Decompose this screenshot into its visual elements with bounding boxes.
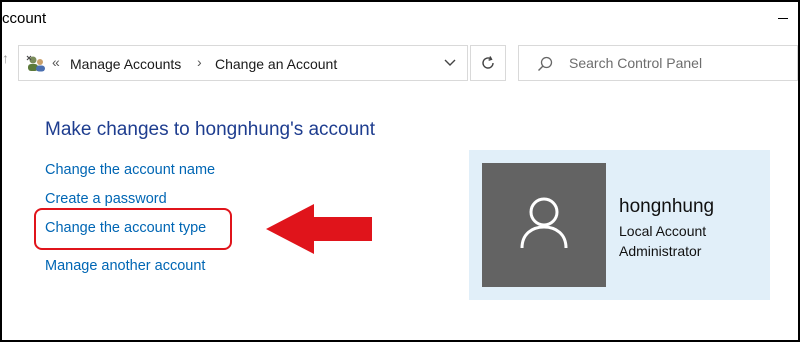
title-bar: ccount [2,2,798,36]
page-title: Make changes to hongnhung's account [45,119,376,140]
manage-another-account-link[interactable]: Manage another account [45,258,205,274]
account-kind: Local Account [619,223,707,239]
search-box[interactable] [518,45,798,81]
user-card: hongnhung Local Account Administrator [469,150,770,300]
minimize-button[interactable] [774,2,798,32]
user-silhouette-icon [520,197,568,249]
search-icon [538,56,553,71]
user-name: hongnhung [619,196,715,217]
minimize-icon [778,18,788,19]
chevron-down-icon[interactable] [443,55,457,69]
avatar [482,163,606,287]
address-bar[interactable]: « Manage Accounts › Change an Account [18,45,468,81]
account-role: Administrator [619,243,702,259]
up-arrow-icon[interactable]: ↑ [2,50,9,66]
breadcrumb-manage-accounts[interactable]: Manage Accounts [70,56,181,72]
annotation-arrow-icon [266,204,372,254]
window-title: ccount [2,10,47,27]
refresh-icon [482,56,494,69]
change-account-name-link[interactable]: Change the account name [45,162,215,178]
search-input[interactable] [569,53,789,73]
window: ccount ↑ « Manage Accounts › Change an A… [2,2,798,340]
breadcrumb-overflow[interactable]: « [52,54,60,70]
create-password-link[interactable]: Create a password [45,191,167,207]
breadcrumb-separator: › [197,54,202,70]
annotation-highlight-box [34,208,232,250]
users-icon [26,55,45,72]
refresh-button[interactable] [470,45,506,81]
breadcrumb-change-account[interactable]: Change an Account [215,56,337,72]
